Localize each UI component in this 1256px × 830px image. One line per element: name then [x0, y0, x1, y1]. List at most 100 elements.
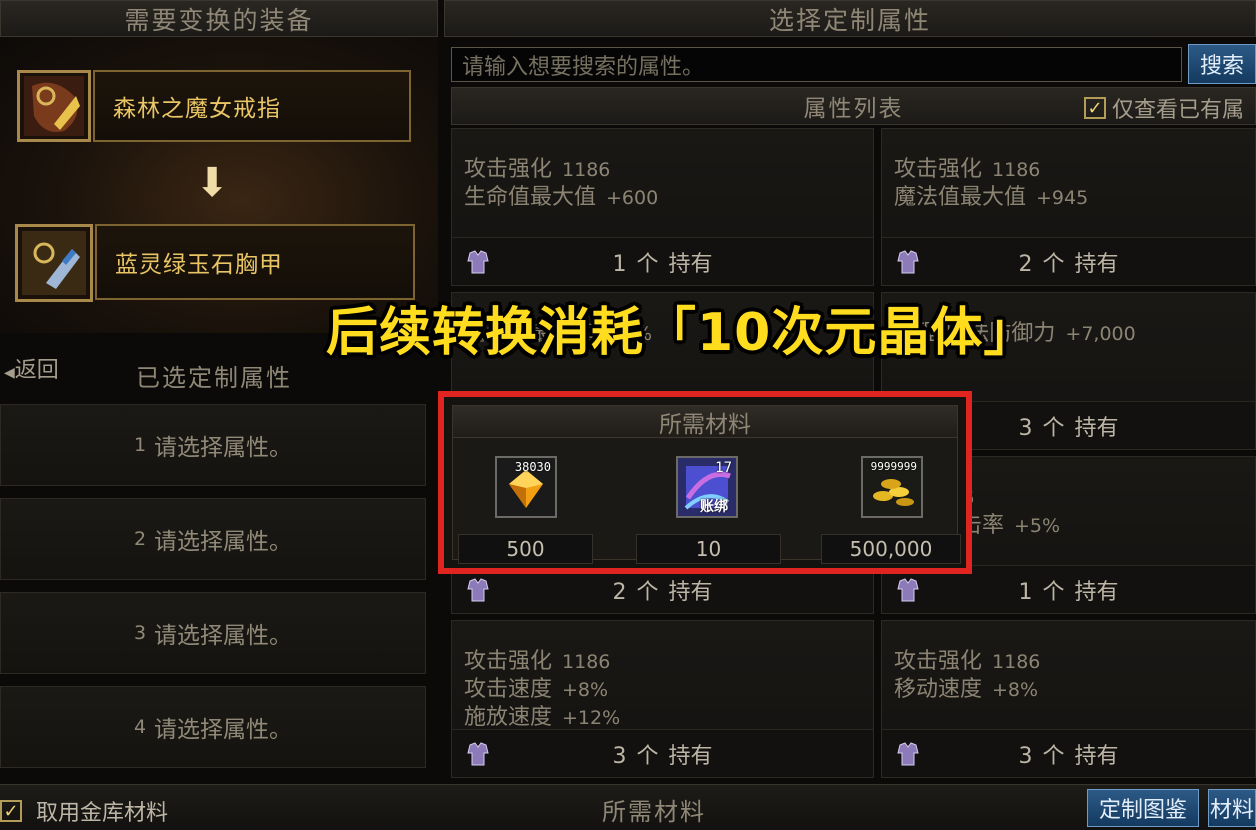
attribute-name: 施放速度: [464, 705, 553, 730]
owned-unit: 个: [636, 579, 659, 605]
attribute-line: 施放速度 +12%: [464, 699, 620, 731]
attribute-slot-3[interactable]: 3 请选择属性。: [0, 592, 426, 674]
target-item-name: 蓝灵绿玉石胸甲: [115, 252, 283, 278]
owned-count: 3: [1018, 743, 1033, 769]
owned-only-label: 仅查看已有属: [1112, 98, 1245, 123]
owned-count: 2: [612, 579, 627, 605]
slot-label: 请选择属性。: [154, 529, 293, 555]
ring-icon: [24, 76, 84, 136]
equipment-header-label: 需要变换的装备: [124, 5, 314, 35]
owned-unit: 个: [1042, 743, 1065, 769]
slot-label: 请选择属性。: [154, 717, 293, 743]
vault-materials-label: 取用金库材料: [36, 801, 169, 826]
owned-count: 2 个持有: [452, 574, 873, 606]
attribute-value: +5%: [1014, 515, 1061, 537]
attribute-value: 1186: [992, 159, 1041, 181]
attribute-value: +600: [606, 187, 659, 209]
custom-catalog-button[interactable]: 定制图鉴: [1087, 789, 1199, 827]
attribute-list-title: 属性列表: [803, 96, 904, 122]
arrow-down-icon: ⬇: [195, 160, 229, 206]
slot-number: 4: [133, 716, 147, 738]
owned-count: 1 个持有: [452, 246, 873, 278]
armor-icon: [467, 741, 489, 765]
search-placeholder: 请输入想要搜索的属性。: [462, 54, 705, 80]
attribute-slot-4[interactable]: 4 请选择属性。: [0, 686, 426, 768]
vault-materials-checkbox[interactable]: ✓ 取用金库材料: [0, 795, 168, 827]
attribute-value: 1186: [562, 159, 611, 181]
owned-count: 2 个持有: [882, 246, 1255, 278]
attribute-value: +7,000: [1065, 323, 1136, 345]
material-value-1: 500: [458, 534, 593, 564]
selected-attributes-title: 已选定制属性: [136, 364, 292, 392]
material-slot-3[interactable]: 9999999: [861, 456, 923, 518]
card-footer: 3 个持有: [452, 729, 873, 777]
armor-icon: [897, 577, 919, 601]
material-count-badge: 9999999: [870, 460, 917, 473]
owned-only-checkbox[interactable]: ✓ 仅查看已有属: [1084, 92, 1244, 124]
search-button-label: 搜索: [1199, 54, 1244, 79]
source-item-row[interactable]: 森林之魔女戒指: [93, 70, 411, 142]
owned-count: 2: [1018, 251, 1033, 277]
card-footer: 2 个持有: [882, 237, 1255, 285]
slot-number: 3: [133, 622, 147, 644]
owned-count: 3: [1018, 415, 1033, 441]
target-item-row[interactable]: 蓝灵绿玉石胸甲: [95, 224, 415, 300]
owned-count: 3: [612, 743, 627, 769]
attribute-line: 生命值最大值 +600: [464, 179, 658, 211]
owned-status: 持有: [1074, 743, 1119, 769]
custom-catalog-label: 定制图鉴: [1098, 798, 1187, 823]
search-button[interactable]: 搜索: [1188, 44, 1256, 84]
account-bound-badge: 账绑: [700, 499, 728, 515]
slot-label: 请选择属性。: [154, 435, 293, 461]
armor-icon: [897, 249, 919, 273]
owned-status: 持有: [1074, 579, 1119, 605]
required-materials-popup: 所需材料 38030 500 17 账绑 10 9999999 500,000: [438, 391, 972, 574]
required-materials-label: 所需材料: [602, 798, 706, 826]
armor-icon: [467, 249, 489, 273]
attribute-value: +8%: [562, 679, 609, 701]
attribute-card[interactable]: 攻击强化 1186 魔法值最大值 +945 2 个持有: [881, 128, 1256, 286]
source-item-icon[interactable]: [17, 70, 91, 142]
attribute-value: 1186: [992, 651, 1041, 673]
owned-count: 1: [612, 251, 627, 277]
overlay-caption: 后续转换消耗「10次元晶体」: [326, 303, 1037, 363]
material-value-3: 500,000: [821, 534, 961, 564]
back-label: 返回: [14, 358, 59, 383]
owned-count: 1 个持有: [882, 574, 1255, 606]
popup-title: 所需材料: [453, 406, 957, 438]
owned-unit: 个: [636, 251, 659, 277]
source-item-name: 森林之魔女戒指: [113, 96, 281, 122]
search-input[interactable]: 请输入想要搜索的属性。: [451, 47, 1182, 82]
attribute-slot-2[interactable]: 2 请选择属性。: [0, 498, 426, 580]
owned-unit: 个: [1042, 251, 1065, 277]
owned-status: 持有: [1074, 251, 1119, 277]
armor-icon: [897, 741, 919, 765]
material-value-2: 10: [636, 534, 781, 564]
slot-number: 2: [133, 528, 147, 550]
owned-status: 持有: [668, 743, 713, 769]
card-footer: 3 个持有: [882, 729, 1255, 777]
owned-unit: 个: [1042, 579, 1065, 605]
attribute-card[interactable]: 攻击强化 1186 移动速度 +8% 3 个持有: [881, 620, 1256, 778]
material-count-badge: 38030: [514, 460, 551, 474]
equipment-header: 需要变换的装备: [0, 0, 438, 37]
material-slot-1[interactable]: 38030: [495, 456, 557, 518]
armor-icon: [467, 577, 489, 601]
slot-number: 1: [133, 434, 147, 456]
attribute-card[interactable]: 攻击强化 1186 攻击速度 +8% 施放速度 +12% 3 个持有: [451, 620, 874, 778]
card-footer: 1 个持有: [452, 237, 873, 285]
owned-status: 持有: [1074, 415, 1119, 441]
target-item-icon[interactable]: [15, 224, 93, 302]
materials-button[interactable]: 材料: [1208, 789, 1256, 827]
bottom-bar: ✓ 取用金库材料 所需材料 定制图鉴 材料: [0, 784, 1256, 830]
attribute-card[interactable]: 攻击强化 1186 生命值最大值 +600 1 个持有: [451, 128, 874, 286]
back-arrow-icon: ◀: [4, 365, 15, 381]
owned-count: 3 个持有: [452, 738, 873, 770]
attribute-name: 魔法值最大值: [894, 185, 1027, 210]
attribute-name: 移动速度: [894, 677, 983, 702]
material-slot-2[interactable]: 17 账绑: [676, 456, 738, 518]
attribute-slot-1[interactable]: 1 请选择属性。: [0, 404, 426, 486]
attribute-value: +8%: [992, 679, 1039, 701]
back-button[interactable]: ◀返回: [4, 352, 59, 384]
attribute-value: 1186: [562, 651, 611, 673]
